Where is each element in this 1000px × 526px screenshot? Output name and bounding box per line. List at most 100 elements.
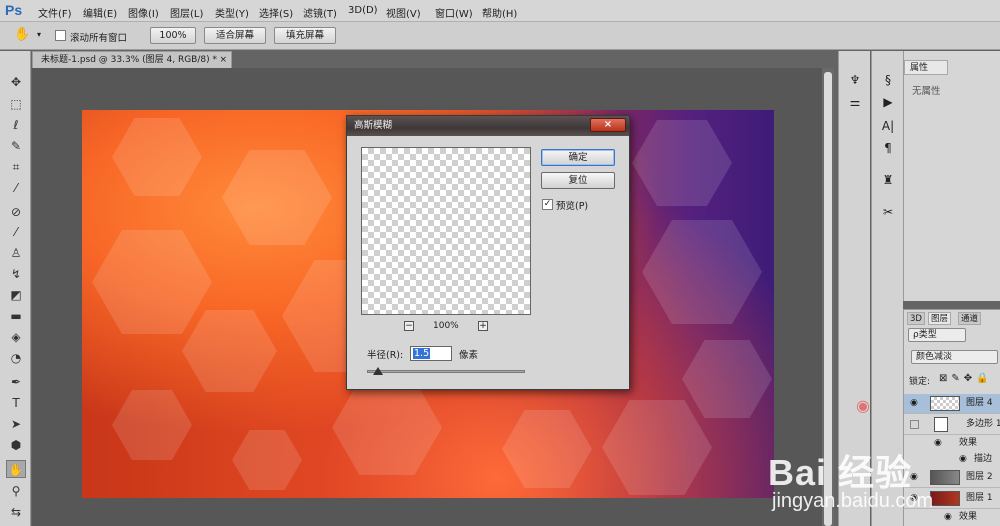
history-brush-tool-icon[interactable]: ↯	[6, 265, 26, 283]
move-tool-icon[interactable]: ✥	[6, 73, 26, 91]
adjustments-icon[interactable]: ⚌	[846, 93, 864, 111]
baidu-watermark: ◉ Bai 经验 jingyan.baidu.com	[752, 396, 998, 524]
shape-tool-icon[interactable]: ⬢	[6, 436, 26, 454]
gaussian-blur-dialog: 高斯模糊 × − 100% + 确定 复位 ✓ 预览(P) 半径(R): 1.5…	[346, 115, 630, 390]
menu-help[interactable]: 帮助(H)	[482, 5, 517, 20]
hexagon-shape	[682, 340, 772, 418]
menu-bar: Ps 文件(F) 编辑(E) 图像(I) 图层(L) 类型(Y) 选择(S) 滤…	[0, 0, 1000, 22]
menu-select[interactable]: 选择(S)	[259, 5, 293, 20]
properties-content: 无属性	[912, 86, 941, 97]
properties-tab[interactable]: 属性	[904, 60, 948, 75]
scroll-all-label: 滚动所有窗口	[70, 33, 128, 44]
gradient-tool-icon[interactable]: ▬	[6, 307, 26, 325]
blur-preview[interactable]	[361, 147, 531, 315]
fit-screen-button[interactable]: 适合屏幕	[204, 27, 266, 44]
layer-thumbnail	[930, 396, 960, 411]
dodge-tool-icon[interactable]: ◔	[6, 349, 26, 367]
blend-mode-select[interactable]: 颜色减淡	[911, 350, 998, 364]
menu-file[interactable]: 文件(F)	[38, 5, 72, 20]
lock-label: 锁定:	[909, 377, 931, 387]
layer-name: 图层 4	[966, 398, 993, 408]
zoom-out-button[interactable]: −	[404, 321, 414, 331]
radius-unit: 像素	[459, 350, 479, 361]
tab-channels[interactable]: 通道	[958, 312, 982, 325]
baidu-jingyan-logo: Bai 经验	[768, 452, 913, 493]
clone-source-icon[interactable]: ♜	[879, 171, 897, 189]
layer-kind-filter[interactable]: ρ类型	[908, 328, 966, 342]
radius-slider-track[interactable]	[367, 370, 525, 373]
menu-3d[interactable]: 3D(D)	[348, 5, 378, 16]
zoom-100-button[interactable]: 100%	[150, 27, 196, 44]
tab-layers[interactable]: 图层	[928, 312, 952, 325]
brush-tool-icon[interactable]: ⁄	[6, 223, 26, 241]
lock-icons[interactable]: ⊠✎✥🔒	[939, 373, 993, 384]
document-tab-title: 未标题-1.psd @ 33.3% (图层 4, RGB/8) *	[41, 55, 217, 65]
radius-slider-thumb[interactable]	[373, 367, 383, 375]
hexagon-shape	[182, 310, 277, 392]
eraser-tool-icon[interactable]: ◩	[6, 286, 26, 304]
document-tab[interactable]: 未标题-1.psd @ 33.3% (图层 4, RGB/8) * ×	[32, 51, 232, 68]
hexagon-shape	[112, 390, 192, 460]
hexagon-shape	[642, 220, 762, 324]
tools-panel: ✥ ⬚ ℓ ✎ ⌗ ⁄ ⊘ ⁄ ♙ ↯ ◩ ▬ ◈ ◔ ✒ T ➤ ⬢ ✋ ⚲ …	[0, 51, 31, 526]
eyedropper-tool-icon[interactable]: ⁄	[6, 179, 26, 197]
hexagon-shape	[222, 150, 332, 245]
ok-button[interactable]: 确定	[541, 149, 615, 166]
menu-edit[interactable]: 编辑(E)	[83, 5, 117, 20]
zoom-in-button[interactable]: +	[478, 321, 488, 331]
menu-image[interactable]: 图像(I)	[128, 5, 159, 20]
quick-select-tool-icon[interactable]: ✎	[6, 137, 26, 155]
preview-checkbox[interactable]: ✓	[542, 199, 553, 210]
marquee-tool-icon[interactable]: ⬚	[6, 95, 26, 113]
type-tool-icon[interactable]: T	[6, 394, 26, 412]
dialog-close-button[interactable]: ×	[590, 118, 626, 132]
hand-tool-icon[interactable]: ✋	[6, 460, 26, 478]
tool-presets-icon[interactable]: ✂	[879, 203, 897, 221]
swap-colors-icon[interactable]: ⇆	[6, 503, 26, 521]
history-icon[interactable]: §	[879, 71, 897, 89]
properties-panel: 属性 无属性	[903, 51, 1000, 301]
layer-row-4[interactable]: ◉ 图层 4	[904, 394, 1000, 414]
brush-preset-icon[interactable]: ♆	[846, 71, 864, 89]
path-select-tool-icon[interactable]: ➤	[6, 415, 26, 433]
character-icon[interactable]: A|	[879, 117, 897, 135]
menu-layer[interactable]: 图层(L)	[170, 5, 203, 20]
tool-preset-chevron-icon[interactable]: ▾	[37, 30, 41, 39]
hexagon-shape	[232, 430, 302, 490]
dialog-title: 高斯模糊	[347, 116, 629, 136]
fill-screen-button[interactable]: 填充屏幕	[274, 27, 336, 44]
crop-tool-icon[interactable]: ⌗	[6, 158, 26, 176]
tab-3d[interactable]: 3D	[907, 312, 925, 325]
menu-window[interactable]: 窗口(W)	[435, 5, 473, 20]
actions-icon[interactable]: ▶	[879, 93, 897, 111]
radius-input[interactable]: 1.5	[410, 346, 452, 361]
scroll-all-checkbox[interactable]	[55, 30, 66, 41]
watermark-url: jingyan.baidu.com	[772, 490, 934, 512]
hexagon-shape	[332, 380, 442, 475]
hand-tool-icon[interactable]: ✋	[14, 27, 30, 42]
preview-zoom-level: 100%	[433, 321, 459, 331]
pen-tool-icon[interactable]: ✒	[6, 373, 26, 391]
menu-view[interactable]: 视图(V)	[386, 5, 421, 20]
hexagon-shape	[602, 400, 712, 495]
clone-stamp-tool-icon[interactable]: ♙	[6, 244, 26, 262]
radius-value: 1.5	[413, 348, 431, 359]
healing-brush-tool-icon[interactable]: ⊘	[6, 203, 26, 221]
radius-label: 半径(R):	[367, 350, 404, 361]
lasso-tool-icon[interactable]: ℓ	[6, 116, 26, 134]
options-bar: ✋ ▾ 滚动所有窗口 100% 适合屏幕 填充屏幕	[0, 22, 1000, 50]
hexagon-shape	[92, 230, 212, 334]
hexagon-shape	[502, 410, 592, 488]
watermark-badge-icon: ◉	[856, 396, 870, 415]
hexagon-shape	[632, 120, 732, 206]
paragraph-icon[interactable]: ¶	[879, 139, 897, 157]
preview-label: 预览(P)	[556, 201, 589, 212]
zoom-tool-icon[interactable]: ⚲	[6, 482, 26, 500]
reset-button[interactable]: 复位	[541, 172, 615, 189]
close-document-icon[interactable]: ×	[219, 52, 227, 68]
visibility-eye-icon[interactable]: ◉	[910, 394, 918, 413]
menu-filter[interactable]: 滤镜(T)	[303, 5, 337, 20]
hexagon-shape	[112, 118, 202, 196]
blur-tool-icon[interactable]: ◈	[6, 328, 26, 346]
menu-type[interactable]: 类型(Y)	[215, 5, 249, 20]
